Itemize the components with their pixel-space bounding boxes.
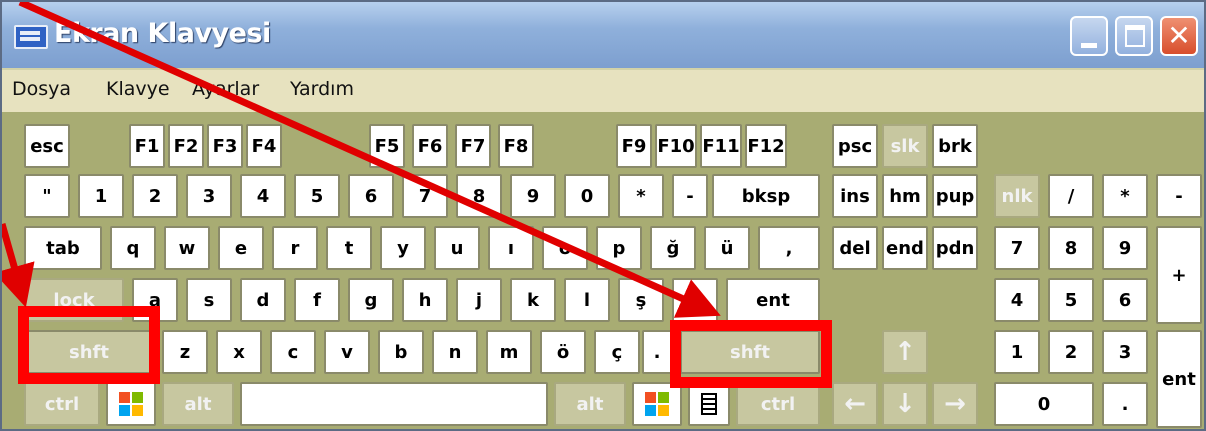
annotation-arrows — [2, 2, 721, 318]
arrow-to-left-shift — [2, 223, 35, 308]
on-screen-keyboard-window: Ekran Klavyesi ✕ Dosya Klavye Ayarlar Ya… — [0, 0, 1206, 431]
arrow-to-right-shift — [18, 2, 721, 318]
